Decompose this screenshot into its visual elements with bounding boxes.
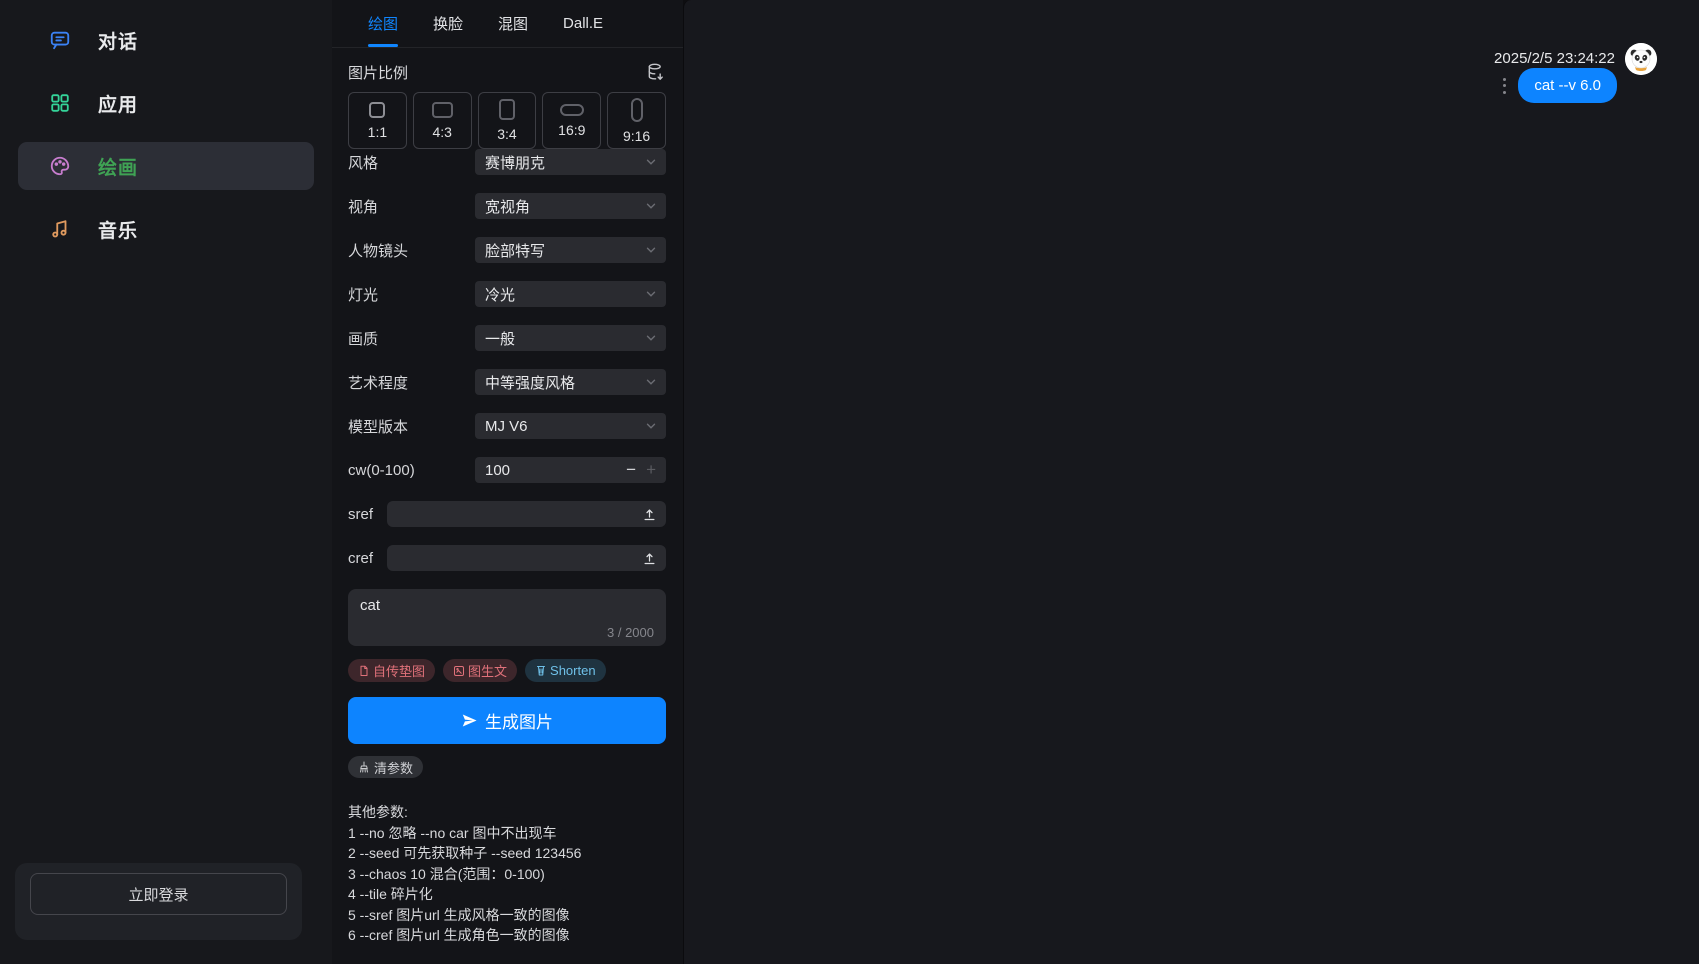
- upload-icon[interactable]: [642, 507, 657, 522]
- chevron-down-icon: [644, 243, 658, 257]
- tab-draw[interactable]: 绘图: [368, 0, 398, 47]
- character-shot-select[interactable]: 脸部特写: [475, 237, 666, 263]
- view-angle-label: 视角: [348, 196, 475, 217]
- minus-icon[interactable]: −: [621, 460, 641, 480]
- more-vertical-icon[interactable]: [1503, 78, 1507, 94]
- clear-params-button[interactable]: 清参数: [348, 756, 423, 778]
- character-shot-label: 人物镜头: [348, 240, 475, 261]
- sidebar-item-label: 应用: [98, 90, 138, 117]
- lighting-select[interactable]: 冷光: [475, 281, 666, 307]
- sidebar-item-label: 音乐: [98, 216, 138, 243]
- panel-content: 图片比例 1:1 4:3 3:4: [332, 60, 683, 946]
- ratio-option-16-9[interactable]: 16:9: [542, 92, 601, 149]
- model-version-label: 模型版本: [348, 416, 475, 437]
- prompt-input[interactable]: cat 3 / 2000: [348, 589, 666, 646]
- chat-icon: [48, 28, 72, 52]
- tab-blend[interactable]: 混图: [498, 0, 528, 47]
- sidebar-item-apps[interactable]: 应用: [18, 79, 314, 127]
- ratio-option-3-4[interactable]: 3:4: [478, 92, 537, 149]
- view-angle-select[interactable]: 宽视角: [475, 193, 666, 219]
- chevron-down-icon: [644, 331, 658, 345]
- chevron-down-icon: [644, 155, 658, 169]
- cw-value: 100: [485, 462, 621, 479]
- image-to-text-icon: [453, 665, 465, 677]
- shorten-icon: [535, 665, 547, 677]
- params-panel: 绘图 换脸 混图 Dall.E 图片比例 1:1 4:3: [332, 0, 683, 964]
- music-icon: [48, 217, 72, 241]
- style-label: 风格: [348, 152, 475, 173]
- help-line: 2 --seed 可先获取种子 --seed 123456: [348, 843, 666, 864]
- sidebar-nav: 对话 应用 绘画 音乐: [0, 0, 332, 253]
- plus-icon[interactable]: +: [641, 460, 658, 480]
- sref-label: sref: [348, 506, 387, 523]
- tab-face-swap[interactable]: 换脸: [433, 0, 463, 47]
- cw-stepper[interactable]: 100 − +: [475, 457, 666, 483]
- help-title: 其他参数:: [348, 802, 666, 823]
- square-shape-icon: [369, 102, 385, 118]
- prompt-value: cat: [360, 597, 654, 614]
- panel-tabs: 绘图 换脸 混图 Dall.E: [332, 0, 683, 48]
- panda-avatar: [1625, 43, 1657, 75]
- image-to-text-tag[interactable]: 图生文: [443, 659, 517, 682]
- sidebar-item-music[interactable]: 音乐: [18, 205, 314, 253]
- cw-label: cw(0-100): [348, 462, 475, 479]
- grid-icon: [48, 91, 72, 115]
- model-version-select[interactable]: MJ V6: [475, 413, 666, 439]
- ratio-section-label: 图片比例: [348, 62, 408, 83]
- chevron-down-icon: [644, 419, 658, 433]
- help-line: 1 --no 忽略 --no car 图中不出现车: [348, 823, 666, 844]
- char-counter: 3 / 2000: [607, 625, 654, 640]
- help-line: 3 --chaos 10 混合(范围：0-100): [348, 864, 666, 885]
- help-line: 6 --cref 图片url 生成角色一致的图像: [348, 925, 666, 946]
- ratio-option-4-3[interactable]: 4:3: [413, 92, 472, 149]
- sidebar: 对话 应用 绘画 音乐 立即登录: [0, 0, 332, 964]
- sref-input[interactable]: [387, 501, 666, 527]
- shorten-tag[interactable]: Shorten: [525, 659, 606, 682]
- login-button[interactable]: 立即登录: [30, 873, 287, 915]
- chevron-down-icon: [644, 375, 658, 389]
- lighting-label: 灯光: [348, 284, 475, 305]
- login-card: 立即登录: [15, 863, 302, 940]
- sidebar-item-label: 对话: [98, 27, 138, 54]
- prompt-tools: 自传垫图 图生文 Shorten: [348, 659, 666, 682]
- help-line: 5 --sref 图片url 生成风格一致的图像: [348, 905, 666, 926]
- pad-image-tag[interactable]: 自传垫图: [348, 659, 435, 682]
- tall-shape-icon: [631, 98, 643, 122]
- portrait-shape-icon: [499, 99, 515, 120]
- cref-label: cref: [348, 550, 387, 567]
- landscape-shape-icon: [432, 102, 453, 118]
- other-params-help: 其他参数: 1 --no 忽略 --no car 图中不出现车 2 --seed…: [348, 802, 666, 946]
- aspect-ratio-group: 1:1 4:3 3:4 16:9 9:16: [348, 92, 666, 149]
- generate-image-button[interactable]: 生成图片: [348, 697, 666, 744]
- chevron-down-icon: [644, 199, 658, 213]
- ratio-option-1-1[interactable]: 1:1: [348, 92, 407, 149]
- palette-icon: [48, 154, 72, 178]
- artistic-level-label: 艺术程度: [348, 372, 475, 393]
- database-import-icon[interactable]: [646, 62, 666, 82]
- sidebar-item-draw[interactable]: 绘画: [18, 142, 314, 190]
- chevron-down-icon: [644, 287, 658, 301]
- tab-dalle[interactable]: Dall.E: [563, 0, 603, 47]
- quality-label: 画质: [348, 328, 475, 349]
- cref-input[interactable]: [387, 545, 666, 571]
- message-timestamp: 2025/2/5 23:24:22: [1494, 50, 1615, 67]
- sidebar-item-label: 绘画: [98, 153, 138, 180]
- app-window: 对话 应用 绘画 音乐 立即登录: [0, 0, 1699, 964]
- pad-image-icon: [358, 665, 370, 677]
- broom-icon: [358, 761, 370, 773]
- wide-shape-icon: [560, 104, 584, 116]
- style-select[interactable]: 赛博朋克: [475, 149, 666, 175]
- quality-select[interactable]: 一般: [475, 325, 666, 351]
- sidebar-item-chat[interactable]: 对话: [18, 16, 314, 64]
- chat-area: 2025/2/5 23:24:22 cat --v 6.0: [683, 0, 1699, 964]
- upload-icon[interactable]: [642, 551, 657, 566]
- artistic-level-select[interactable]: 中等强度风格: [475, 369, 666, 395]
- help-line: 4 --tile 碎片化: [348, 884, 666, 905]
- send-icon: [461, 712, 478, 729]
- ratio-option-9-16[interactable]: 9:16: [607, 92, 666, 149]
- user-message-bubble[interactable]: cat --v 6.0: [1518, 68, 1617, 103]
